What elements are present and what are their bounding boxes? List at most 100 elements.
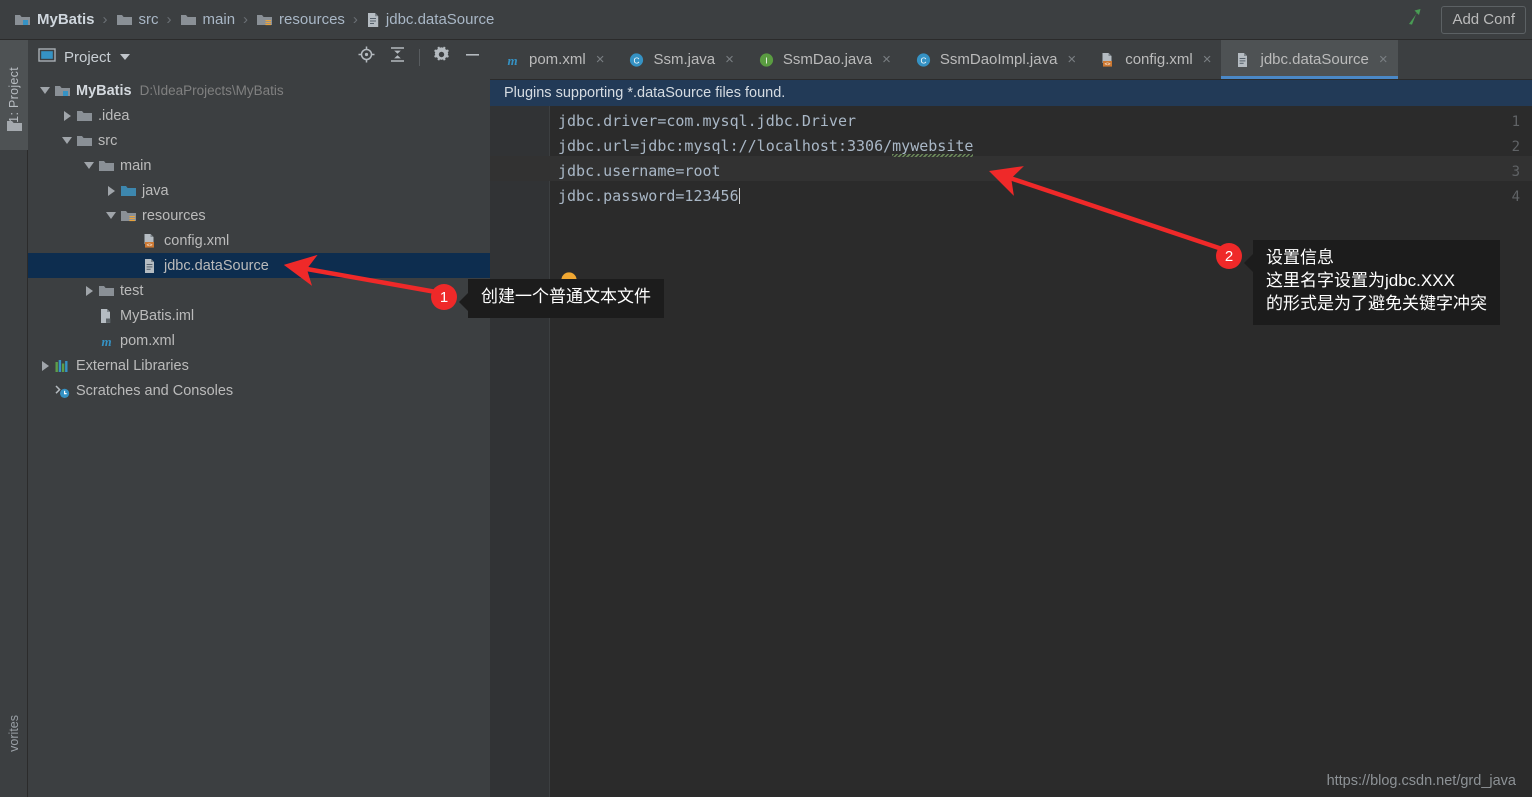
tree-twisty-expanded[interactable] bbox=[104, 212, 118, 219]
tree-item-label: src bbox=[98, 132, 118, 149]
collapse-all-icon[interactable] bbox=[388, 45, 407, 69]
maven-icon: m bbox=[504, 52, 521, 68]
gear-icon[interactable] bbox=[432, 45, 451, 69]
tree-item-jdbc-datasource[interactable]: jdbc.dataSource bbox=[28, 253, 490, 278]
typo-word: mywebsite bbox=[892, 137, 974, 155]
module-icon bbox=[14, 12, 31, 27]
breadcrumb-item-jdbc-datasource[interactable]: jdbc.dataSource bbox=[366, 11, 494, 28]
editor-tab-label: pom.xml bbox=[529, 51, 586, 68]
editor-tab-ssmdao-java[interactable]: I SsmDao.java × bbox=[744, 40, 901, 79]
project-tree: MyBatis D:\IdeaProjects\MyBatis .idea src ma… bbox=[28, 74, 490, 403]
close-icon[interactable]: × bbox=[882, 52, 891, 67]
hammer-icon[interactable] bbox=[1403, 5, 1427, 34]
line-number: 1 bbox=[1511, 114, 1520, 130]
folder-icon bbox=[96, 158, 116, 174]
tree-item-test[interactable]: test bbox=[28, 278, 490, 303]
xml-file-icon: <> bbox=[140, 233, 160, 249]
editor-tab-label: jdbc.dataSource bbox=[1260, 51, 1369, 68]
libraries-icon bbox=[52, 358, 72, 374]
annotation-badge-1: 1 bbox=[431, 284, 457, 310]
folder-icon bbox=[96, 283, 116, 299]
editor-tab-pom-xml[interactable]: m pom.xml × bbox=[490, 40, 614, 79]
project-panel-title: Project bbox=[64, 48, 111, 66]
tree-item-resources[interactable]: resources bbox=[28, 203, 490, 228]
line-number: 3 bbox=[1511, 164, 1520, 180]
tree-item-main[interactable]: main bbox=[28, 153, 490, 178]
tree-item-src[interactable]: src bbox=[28, 128, 490, 153]
tree-twisty-collapsed[interactable] bbox=[82, 285, 96, 296]
folder-icon bbox=[180, 12, 197, 27]
breadcrumb-separator: › bbox=[102, 11, 108, 28]
editor-tab-ssm-java[interactable]: C Ssm.java × bbox=[614, 40, 743, 79]
close-icon[interactable]: × bbox=[1203, 52, 1212, 67]
chevron-down-icon bbox=[84, 162, 94, 169]
code-text: jdbc.url=jdbc:mysql://localhost:3306/ bbox=[558, 137, 893, 155]
tree-item-scratches-and-consoles[interactable]: Scratches and Consoles bbox=[28, 378, 490, 403]
code-line: jdbc.username=root bbox=[558, 162, 721, 180]
minimize-icon[interactable] bbox=[463, 45, 482, 69]
notification-text: Plugins supporting *.dataSource files fo… bbox=[504, 85, 786, 101]
code-line: jdbc.driver=com.mysql.jdbc.Driver bbox=[558, 112, 857, 130]
tree-item-idea[interactable]: .idea bbox=[28, 103, 490, 128]
tree-twisty-collapsed[interactable] bbox=[60, 110, 74, 121]
tree-item-path: D:\IdeaProjects\MyBatis bbox=[139, 83, 284, 98]
breadcrumb-label: src bbox=[138, 11, 159, 28]
breadcrumb-item-main[interactable]: main bbox=[180, 11, 235, 28]
breadcrumb-item-mybatis[interactable]: MyBatis bbox=[14, 11, 95, 28]
project-folder-icon[interactable] bbox=[6, 118, 23, 138]
tree-item-label: jdbc.dataSource bbox=[164, 257, 269, 274]
maven-icon: m bbox=[96, 333, 116, 349]
tree-item-config-xml[interactable]: <> config.xml bbox=[28, 228, 490, 253]
sidebar-tab-favorites[interactable]: vorites bbox=[0, 709, 28, 797]
chevron-down-icon bbox=[62, 137, 72, 144]
source-folder-icon bbox=[118, 183, 138, 199]
close-icon[interactable]: × bbox=[596, 52, 605, 67]
iml-file-icon bbox=[96, 308, 116, 324]
code-line: jdbc.url=jdbc:mysql://localhost:3306/myw… bbox=[558, 137, 973, 155]
tree-twisty-expanded[interactable] bbox=[60, 137, 74, 144]
sidebar-tab-project-label: 1: Project bbox=[7, 67, 21, 123]
editor-tab-ssmdaoimpl-java[interactable]: C SsmDaoImpl.java × bbox=[901, 40, 1086, 79]
annotation-badge-2: 2 bbox=[1216, 243, 1242, 269]
close-icon[interactable]: × bbox=[1379, 52, 1388, 67]
tree-item-external-libraries[interactable]: External Libraries bbox=[28, 353, 490, 378]
editor-area: m pom.xml × C Ssm.java × I SsmDao.java × C SsmDaoI… bbox=[490, 40, 1532, 797]
tree-item-pom-xml[interactable]: m pom.xml bbox=[28, 328, 490, 353]
callout-line: 设置信息 bbox=[1266, 248, 1334, 267]
svg-text:C: C bbox=[634, 55, 640, 65]
editor-tab-jdbc-datasource[interactable]: jdbc.dataSource × bbox=[1221, 40, 1398, 79]
text-caret bbox=[738, 188, 741, 204]
tree-twisty-expanded[interactable] bbox=[38, 87, 52, 94]
editor-notification-bar[interactable]: Plugins supporting *.dataSource files fo… bbox=[490, 80, 1532, 106]
breadcrumb: MyBatis › src › main › resources › jdbc.… bbox=[0, 11, 494, 28]
xml-file-icon: <> bbox=[1100, 52, 1117, 68]
line-number-gutter bbox=[490, 106, 550, 797]
folder-icon bbox=[116, 12, 133, 27]
chevron-right-icon bbox=[85, 285, 93, 296]
breadcrumb-item-resources[interactable]: resources bbox=[256, 11, 345, 28]
tree-item-mybatis-iml[interactable]: MyBatis.iml bbox=[28, 303, 490, 328]
close-icon[interactable]: × bbox=[725, 52, 734, 67]
tree-twisty-collapsed[interactable] bbox=[38, 360, 52, 371]
svg-text:<>: <> bbox=[1105, 61, 1111, 67]
chevron-down-icon[interactable] bbox=[119, 54, 130, 60]
tree-twisty-expanded[interactable] bbox=[82, 162, 96, 169]
tree-item-label: test bbox=[120, 282, 144, 299]
close-icon[interactable]: × bbox=[1067, 52, 1076, 67]
tree-item-label: main bbox=[120, 157, 152, 174]
callout-line: 这里名字设置为jdbc.XXX bbox=[1266, 270, 1455, 290]
tree-item-mybatis[interactable]: MyBatis D:\IdeaProjects\MyBatis bbox=[28, 78, 490, 103]
tree-twisty-collapsed[interactable] bbox=[104, 185, 118, 196]
file-icon bbox=[366, 12, 380, 28]
chevron-down-icon bbox=[40, 87, 50, 94]
code-text: jdbc.password=123456 bbox=[558, 187, 739, 205]
tree-item-label: pom.xml bbox=[120, 332, 175, 349]
editor-tab-label: SsmDaoImpl.java bbox=[939, 51, 1058, 68]
code-editor[interactable]: 1 2 3 4 jdbc.driver=com.mysql.jdbc.Drive… bbox=[490, 106, 1532, 797]
editor-tab-config-xml[interactable]: <> config.xml × bbox=[1086, 40, 1221, 79]
tree-item-java[interactable]: java bbox=[28, 178, 490, 203]
breadcrumb-item-src[interactable]: src bbox=[116, 11, 159, 28]
locate-icon[interactable] bbox=[357, 45, 376, 69]
breadcrumb-separator: › bbox=[352, 11, 358, 28]
add-configuration-button[interactable]: Add Conf bbox=[1441, 5, 1526, 34]
